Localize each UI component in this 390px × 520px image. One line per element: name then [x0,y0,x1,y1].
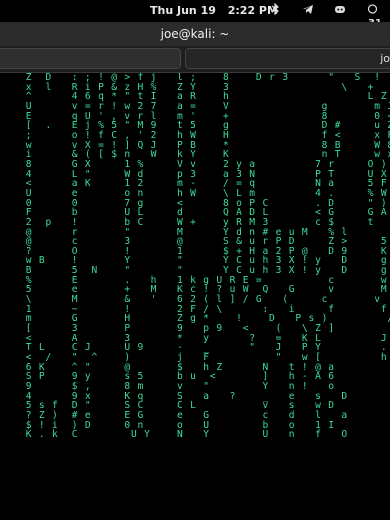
terminal-tab-bar: jo [0,46,390,73]
date-label: Thu Jun 19 [150,4,216,17]
matrix-rain-text: Z D : ; ! @ > f j l ; 8 D r 3 " S ! E " … [25,73,390,441]
window-titlebar[interactable]: joe@kali: ~ [0,22,390,46]
tab-label: jo [380,52,390,65]
telegram-icon[interactable] [302,3,314,18]
window-title: joe@kali: ~ [160,27,230,41]
top-panel: Thu Jun 19 2:22 PM 31 [0,0,390,29]
terminal-output[interactable]: Z D : ; ! @ > f j l ; 8 D r 3 " S ! E " … [0,73,390,520]
terminal-tab-1[interactable] [0,48,181,69]
terminal-tab-2[interactable]: jo [185,48,390,69]
bluetooth-icon[interactable] [271,2,279,18]
battery-icon [367,4,378,14]
clock[interactable]: Thu Jun 19 2:22 PM [150,4,286,17]
discord-icon[interactable] [334,3,346,18]
